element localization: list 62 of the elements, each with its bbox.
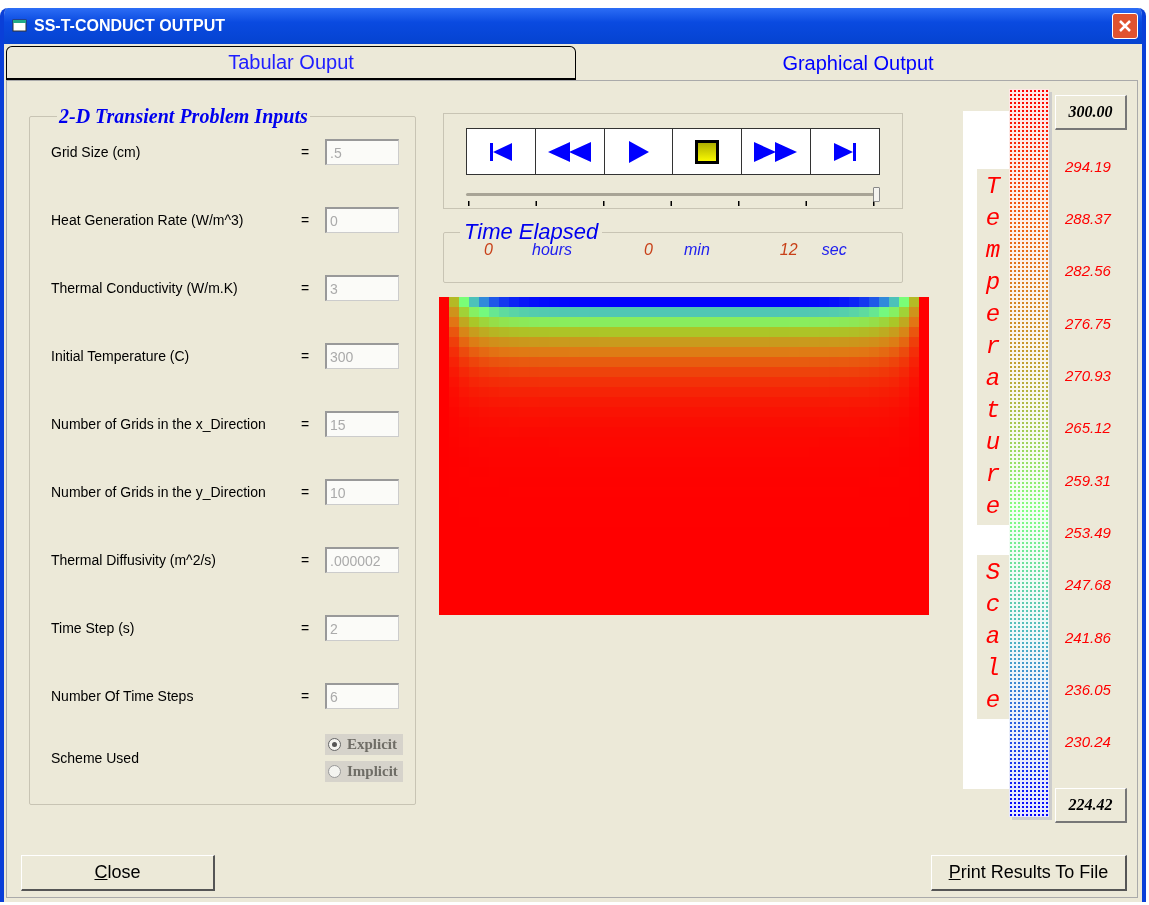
close-icon[interactable] <box>1112 13 1138 39</box>
field-label: Number of Grids in the y_Direction <box>51 484 267 500</box>
window-icon <box>12 19 28 33</box>
scale-tick-label: 236.05 <box>1065 680 1112 698</box>
group-title: Time Elapsed <box>463 219 600 244</box>
scale-tick-label: 276.75 <box>1065 314 1112 332</box>
close-button[interactable]: Close <box>21 855 215 891</box>
equals-sign: = <box>301 212 311 228</box>
field-label: Grid Size (cm) <box>51 144 142 160</box>
scale-tick-label: 288.37 <box>1065 210 1113 227</box>
minutes-value: 0 <box>644 241 654 259</box>
field-label: Heat Generation Rate (W/m^3) <box>51 212 245 228</box>
equals-sign: = <box>301 688 311 704</box>
field-label: Initial Temperature (C) <box>51 348 191 364</box>
seconds-unit: sec <box>821 241 847 259</box>
skip-start-button[interactable] <box>467 129 536 174</box>
max-value: 300.00 <box>1055 95 1127 130</box>
skip-end-button[interactable] <box>811 129 879 174</box>
play-button[interactable] <box>604 129 674 174</box>
field-label: Number Of Time Steps <box>51 688 195 704</box>
scale-tick-label: 247.68 <box>1065 576 1112 594</box>
field-label: Thermal Diffusivity (m^2/s) <box>51 552 217 568</box>
field-label: Number of Grids in the x_Direction <box>51 416 267 432</box>
scale-tick-label: 230.24 <box>1065 733 1112 751</box>
equals-sign: = <box>301 552 311 568</box>
scale-tick-label: 241.86 <box>1065 628 1112 646</box>
scale-tick-label: 282.56 <box>1065 262 1112 280</box>
scale-tick-label: 294.19 <box>1065 157 1112 175</box>
play-icon <box>627 140 650 163</box>
scale-tick-label: 253.49 <box>1065 523 1112 541</box>
equals-sign: = <box>301 620 311 636</box>
fast-forward-button[interactable] <box>742 129 812 174</box>
field-label: Time Step (s) <box>51 620 136 636</box>
field-label: Scheme Used <box>51 750 140 766</box>
equals-sign: = <box>301 144 311 160</box>
stop-button[interactable] <box>673 129 743 174</box>
rewind-icon <box>547 141 592 162</box>
equals-sign: = <box>301 484 311 500</box>
equals-sign: = <box>301 348 311 364</box>
min-value: 224.42 <box>1055 788 1127 823</box>
skip-start-icon <box>487 140 514 163</box>
stop-icon <box>695 139 720 164</box>
skip-end-icon <box>832 140 859 163</box>
window-title: SS-T-CONDUCT OUTPUT <box>34 17 226 35</box>
fast-forward-icon <box>754 141 799 162</box>
scale-tick-label: 259.31 <box>1065 471 1112 489</box>
minutes-unit: min <box>684 241 710 259</box>
scale-tick-label: 265.12 <box>1065 419 1112 437</box>
tab[interactable]: Tabular Ouput <box>6 46 576 80</box>
scale-title: Temperature <box>984 172 1002 522</box>
scale-title: Scale <box>984 558 1002 716</box>
field-label: Thermal Conductivity (W/m.K) <box>51 280 239 296</box>
time-slider[interactable] <box>466 187 878 201</box>
equals-sign: = <box>301 416 311 432</box>
slider-thumb[interactable] <box>873 187 880 202</box>
seconds-value: 12 <box>779 241 799 259</box>
scale-tick-label: 270.93 <box>1065 366 1112 384</box>
print-button[interactable]: Print Results To File <box>931 855 1127 891</box>
group-title: 2-D Transient Problem Inputs <box>57 105 309 128</box>
equals-sign: = <box>301 280 311 296</box>
rewind-button[interactable] <box>535 129 605 174</box>
hours-value: 0 <box>484 241 494 259</box>
